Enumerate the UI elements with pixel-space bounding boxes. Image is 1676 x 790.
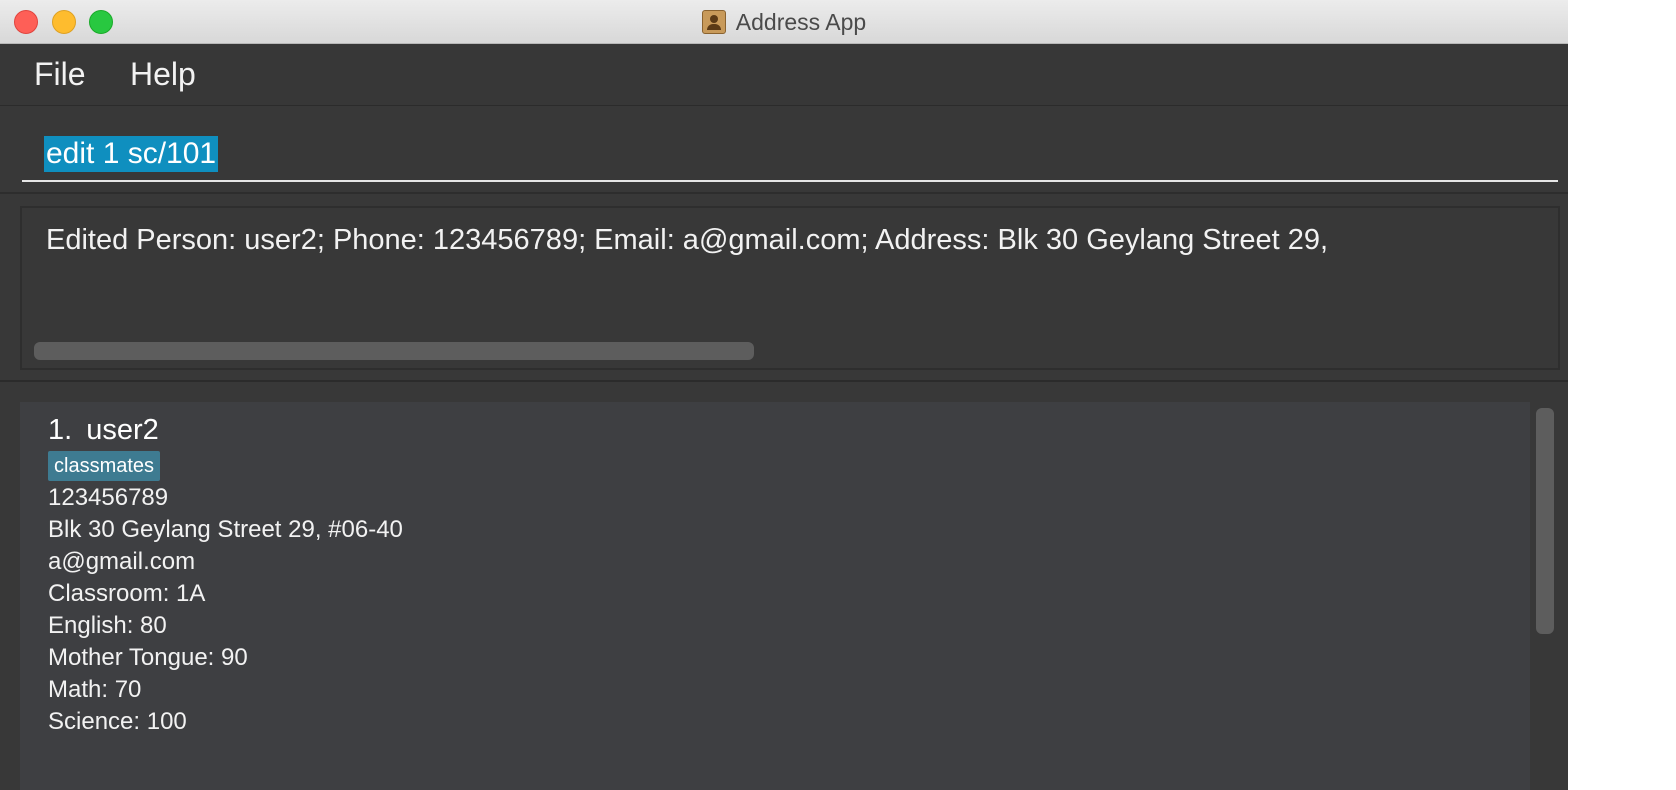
person-index: 1. xyxy=(48,414,73,446)
title-bar[interactable]: Address App xyxy=(0,0,1568,44)
app-window: Address App File Help edit 1 sc/101 Edit… xyxy=(0,0,1568,790)
result-display-panel: Edited Person: user2; Phone: 123456789; … xyxy=(0,194,1568,382)
person-card-header: 1. user2 xyxy=(48,414,159,447)
menu-bar: File Help xyxy=(0,44,1568,106)
command-input-text: edit 1 sc/101 xyxy=(44,136,219,172)
vertical-scrollbar[interactable] xyxy=(1536,408,1554,634)
person-english-grade: English: 80 xyxy=(48,612,167,639)
person-name: user2 xyxy=(86,414,159,446)
person-classroom: Classroom: 1A xyxy=(48,580,206,607)
person-list-panel: 1. user2 classmates 123456789 Blk 30 Gey… xyxy=(0,382,1568,790)
address-book-icon xyxy=(701,10,726,34)
menu-help[interactable]: Help xyxy=(130,56,196,93)
window-title: Address App xyxy=(735,8,867,35)
person-address: Blk 30 Geylang Street 29, #06-40 xyxy=(48,516,403,543)
result-message: Edited Person: user2; Phone: 123456789; … xyxy=(46,224,1329,256)
title-group: Address App xyxy=(0,0,1568,44)
command-box-panel: edit 1 sc/101 xyxy=(0,106,1568,194)
person-phone: 123456789 xyxy=(48,484,169,511)
command-input[interactable]: edit 1 sc/101 xyxy=(22,126,1558,182)
menu-file[interactable]: File xyxy=(34,56,86,93)
tag-badge: classmates xyxy=(48,451,161,481)
result-display[interactable]: Edited Person: user2; Phone: 123456789; … xyxy=(20,206,1560,370)
person-science-grade: Science: 100 xyxy=(48,708,187,735)
person-email: a@gmail.com xyxy=(48,548,196,575)
person-math-grade: Math: 70 xyxy=(48,676,142,703)
horizontal-scrollbar[interactable] xyxy=(34,342,754,360)
person-card[interactable]: 1. user2 classmates 123456789 Blk 30 Gey… xyxy=(20,402,1530,790)
person-mother-tongue-grade: Mother Tongue: 90 xyxy=(48,644,248,671)
